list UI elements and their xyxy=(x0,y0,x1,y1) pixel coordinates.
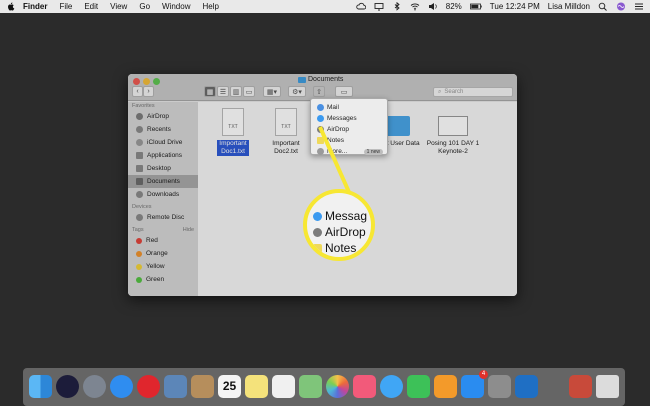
music-icon[interactable] xyxy=(353,375,376,398)
messages-icon[interactable] xyxy=(380,375,403,398)
magnified-item: Notes xyxy=(313,241,356,255)
magnified-item: AirDrop xyxy=(313,225,366,239)
menu-file[interactable]: File xyxy=(59,2,72,11)
share-menu-item-mail[interactable]: Mail xyxy=(311,102,387,113)
menu-help[interactable]: Help xyxy=(202,2,218,11)
clock[interactable]: Tue 12:24 PM xyxy=(490,2,540,11)
magnifier-callout: Messag AirDrop Notes xyxy=(303,189,375,261)
menu-bar: Finder File Edit View Go Window Help 82%… xyxy=(0,0,650,13)
menu-window[interactable]: Window xyxy=(162,2,190,11)
wifi-icon[interactable] xyxy=(410,2,420,11)
menu-item-label: Mail xyxy=(327,104,339,111)
magnified-label: AirDrop xyxy=(325,225,366,239)
messages-icon xyxy=(313,211,322,221)
share-menu-item-messages[interactable]: Messages xyxy=(311,113,387,124)
launchpad-icon[interactable] xyxy=(83,375,106,398)
apple-icon[interactable] xyxy=(7,2,15,11)
spotlight-icon[interactable] xyxy=(598,2,608,11)
messages-icon xyxy=(317,115,324,122)
magnified-label: Messag xyxy=(325,209,368,223)
volume-icon[interactable] xyxy=(428,2,438,11)
more-icon xyxy=(317,148,324,155)
menu-edit[interactable]: Edit xyxy=(84,2,98,11)
share-menu-item-more[interactable]: More... 1 new xyxy=(311,146,387,157)
system-preferences-icon[interactable] xyxy=(488,375,511,398)
books-icon[interactable] xyxy=(434,375,457,398)
app-store-badge: 4 xyxy=(479,370,488,379)
battery-icon[interactable] xyxy=(469,2,482,11)
new-badge: 1 new xyxy=(363,148,383,155)
notes-icon[interactable] xyxy=(245,375,268,398)
cloud-icon[interactable] xyxy=(356,2,366,11)
airdrop-icon xyxy=(313,227,322,237)
battery-percent[interactable]: 82% xyxy=(446,2,462,11)
magnified-item: Messag xyxy=(313,209,367,223)
siri-icon[interactable] xyxy=(56,375,79,398)
photos-icon[interactable] xyxy=(326,375,349,398)
reminders-icon[interactable] xyxy=(272,375,295,398)
finder-icon[interactable] xyxy=(29,375,52,398)
bluetooth-icon[interactable] xyxy=(392,2,402,11)
menu-item-label: Messages xyxy=(327,115,357,122)
trash-icon[interactable] xyxy=(596,375,619,398)
menu-go[interactable]: Go xyxy=(139,2,150,11)
screen-icon[interactable] xyxy=(374,2,384,11)
safari-icon[interactable] xyxy=(110,375,133,398)
magnified-label: Notes xyxy=(325,241,357,255)
notes-icon xyxy=(313,243,322,253)
menu-finder[interactable]: Finder xyxy=(23,2,47,11)
maps-icon[interactable] xyxy=(299,375,322,398)
menu-view[interactable]: View xyxy=(110,2,127,11)
user-name[interactable]: Lisa Milldon xyxy=(548,2,590,11)
notification-center-icon[interactable] xyxy=(634,2,644,11)
calendar-icon[interactable]: 25 xyxy=(218,375,241,398)
siri-icon[interactable] xyxy=(616,2,626,11)
contacts-icon[interactable] xyxy=(191,375,214,398)
mail-icon xyxy=(317,104,324,111)
menu-item-label: AirDrop xyxy=(327,126,350,133)
preview-icon[interactable] xyxy=(164,375,187,398)
outlook-icon[interactable] xyxy=(515,375,538,398)
opera-icon[interactable] xyxy=(137,375,160,398)
facetime-icon[interactable] xyxy=(407,375,430,398)
dock: 25 4 xyxy=(23,368,625,406)
archive-icon[interactable] xyxy=(569,375,592,398)
